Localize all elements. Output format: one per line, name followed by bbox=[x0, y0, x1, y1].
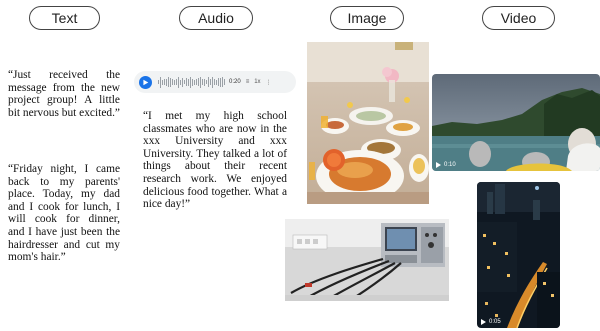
text-quote-2: “Friday night, I came back to my parents… bbox=[8, 163, 120, 264]
caption-icon[interactable]: ≡ bbox=[246, 79, 250, 85]
waveform-bar bbox=[224, 79, 225, 85]
audio-header-pill: Audio bbox=[179, 6, 253, 30]
waveform-bar bbox=[162, 79, 163, 85]
audio-speed[interactable]: 1x bbox=[254, 79, 260, 85]
video-play-icon[interactable] bbox=[436, 162, 441, 168]
lab-equipment-photo bbox=[285, 219, 449, 301]
waveform-bar bbox=[198, 78, 199, 86]
video-header-label: Video bbox=[500, 10, 537, 26]
waveform-bar bbox=[202, 79, 203, 85]
waveform-bar bbox=[218, 78, 219, 86]
waveform-bar bbox=[180, 79, 181, 85]
play-icon bbox=[143, 79, 149, 85]
waveform-bar bbox=[160, 76, 161, 88]
waveform-bar bbox=[182, 77, 183, 87]
audio-time: 0:20 bbox=[229, 79, 241, 85]
waveform-bar bbox=[220, 77, 221, 87]
text-header-pill: Text bbox=[29, 6, 100, 30]
image-header-label: Image bbox=[347, 10, 387, 26]
waveform-bar bbox=[186, 78, 187, 86]
audio-transcript: “I met my high school classmates who are… bbox=[143, 110, 287, 211]
image-header-pill: Image bbox=[330, 6, 404, 30]
video2-time: 0:05 bbox=[489, 319, 501, 325]
waveform-bar bbox=[210, 79, 211, 85]
waveform-bar bbox=[168, 77, 169, 87]
waveform-bar bbox=[172, 79, 173, 85]
waveform-bar bbox=[170, 77, 171, 87]
waveform-bar bbox=[188, 78, 189, 86]
waveform-bar bbox=[158, 80, 159, 84]
waveform-bar bbox=[212, 76, 213, 88]
waveform-bar bbox=[174, 79, 175, 85]
waveform-bar bbox=[200, 76, 201, 88]
waveform-bar bbox=[216, 79, 217, 85]
text-header-label: Text bbox=[51, 10, 78, 26]
video1-time: 0:10 bbox=[444, 162, 456, 168]
video-play-icon[interactable] bbox=[481, 319, 486, 325]
video2-controls[interactable]: 0:05 bbox=[481, 319, 501, 325]
waveform-bar bbox=[196, 79, 197, 85]
waveform-bar bbox=[222, 77, 223, 87]
waveform-bar bbox=[206, 80, 207, 84]
audio-waveform[interactable] bbox=[158, 75, 225, 89]
more-vertical-icon[interactable]: ⋮ bbox=[266, 79, 272, 86]
audio-header-label: Audio bbox=[198, 10, 234, 26]
waveform-bar bbox=[214, 79, 215, 85]
audio-play-button[interactable] bbox=[139, 75, 152, 89]
waveform-bar bbox=[184, 80, 185, 84]
waveform-bar bbox=[176, 79, 177, 85]
waveform-bar bbox=[164, 79, 165, 85]
waveform-bar bbox=[204, 78, 205, 86]
video1-controls[interactable]: 0:10 bbox=[436, 162, 456, 168]
waveform-bar bbox=[166, 78, 167, 86]
text-quote-1: “Just received the message from the new … bbox=[8, 69, 120, 119]
waveform-bar bbox=[208, 77, 209, 87]
boat-lake-video[interactable]: 0:10 bbox=[432, 74, 600, 171]
night-city-video[interactable]: 0:05 bbox=[477, 182, 560, 328]
video-header-pill: Video bbox=[482, 6, 555, 30]
audio-player[interactable]: 0:20 ≡ 1x ⋮ bbox=[134, 71, 296, 93]
food-photo bbox=[307, 42, 429, 204]
waveform-bar bbox=[190, 76, 191, 88]
waveform-bar bbox=[178, 76, 179, 88]
waveform-bar bbox=[194, 79, 195, 85]
waveform-bar bbox=[192, 78, 193, 86]
